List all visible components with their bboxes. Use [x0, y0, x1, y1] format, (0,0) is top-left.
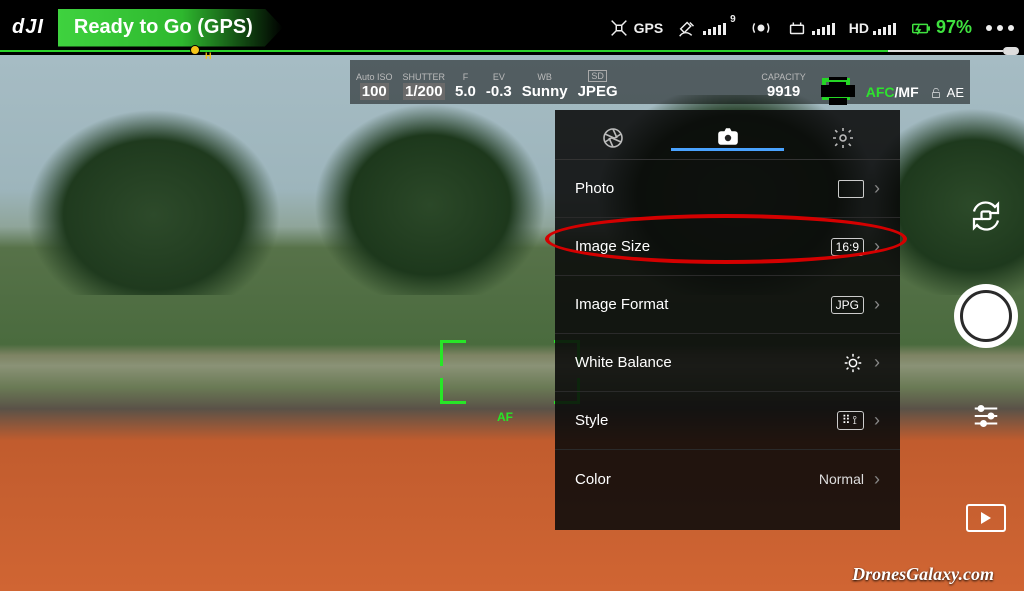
satellite-icon[interactable]: 9 — [677, 17, 736, 39]
chevron-right-icon: › — [874, 410, 880, 431]
tab-settings[interactable] — [786, 126, 900, 150]
shutter-value: 1/200 — [403, 83, 445, 100]
rc-signal-icon[interactable] — [750, 17, 772, 39]
home-marker — [190, 45, 200, 55]
capacity-value: 9919 — [767, 83, 800, 100]
menu-row-image-format[interactable]: Image Format JPG › — [555, 276, 900, 334]
chevron-right-icon: › — [874, 294, 880, 315]
format-value: JPEG — [578, 83, 618, 100]
satellite-count: 9 — [730, 14, 736, 25]
iso-value: 100 — [360, 83, 389, 100]
chevron-right-icon: › — [874, 469, 880, 490]
focus-mode-icon[interactable] — [822, 78, 850, 100]
af-mode-toggle[interactable]: AFC/MF — [866, 84, 919, 100]
battery-timeline: H — [0, 49, 1024, 53]
gps-label: GPS — [634, 20, 664, 36]
chevron-right-icon: › — [874, 178, 880, 199]
hd-signal-icon[interactable]: HD — [849, 20, 896, 36]
aperture-value: 5.0 — [455, 83, 476, 100]
shutter-button[interactable] — [954, 284, 1018, 348]
menu-row-style[interactable]: Style ⠿⟟ › — [555, 392, 900, 450]
aperture-icon — [601, 126, 625, 150]
camera-settings-panel: Photo › Image Size 16:9 › Image Format J… — [555, 110, 900, 530]
battery-percent: 97% — [936, 17, 972, 38]
camera-params[interactable]: Auto ISO100 SHUTTER1/200 F5.0 EV-0.3 WBS… — [350, 60, 970, 104]
home-marker-label: H — [205, 51, 212, 61]
playback-button[interactable] — [966, 504, 1006, 532]
image-size-value: 16:9 — [831, 238, 864, 256]
ev-value: -0.3 — [486, 83, 512, 100]
camera-icon — [716, 124, 740, 148]
battery-icon[interactable]: 97% — [910, 17, 972, 39]
top-bar: dJI Ready to Go (GPS) GPS 9 HD — [0, 0, 1024, 55]
gear-icon — [831, 126, 855, 150]
tab-camera[interactable] — [671, 124, 785, 151]
tab-aperture[interactable] — [556, 126, 670, 150]
style-icon: ⠿⟟ — [837, 411, 864, 430]
watermark: DronesGalaxy.com — [852, 564, 994, 585]
ae-lock[interactable]: AE — [929, 85, 964, 100]
controller-signal-icon[interactable] — [786, 17, 835, 39]
switch-camera-button[interactable] — [966, 196, 1006, 236]
color-value: Normal — [819, 471, 864, 487]
wb-value: Sunny — [522, 83, 568, 100]
aircraft-icon[interactable]: GPS — [608, 17, 664, 39]
flight-status[interactable]: Ready to Go (GPS) — [58, 9, 283, 47]
chevron-right-icon: › — [874, 352, 880, 373]
menu-row-color[interactable]: Color Normal › — [555, 450, 900, 508]
af-label: AF — [497, 410, 513, 424]
dji-logo: dJI — [12, 16, 44, 39]
image-format-value: JPG — [831, 296, 864, 314]
menu-row-photo[interactable]: Photo › — [555, 160, 900, 218]
single-photo-icon — [838, 180, 864, 198]
adjust-sliders-button[interactable] — [966, 396, 1006, 436]
more-menu[interactable] — [986, 25, 1014, 31]
sun-icon — [842, 352, 864, 374]
chevron-right-icon: › — [874, 236, 880, 257]
menu-row-image-size[interactable]: Image Size 16:9 › — [555, 218, 900, 276]
menu-row-white-balance[interactable]: White Balance › — [555, 334, 900, 392]
